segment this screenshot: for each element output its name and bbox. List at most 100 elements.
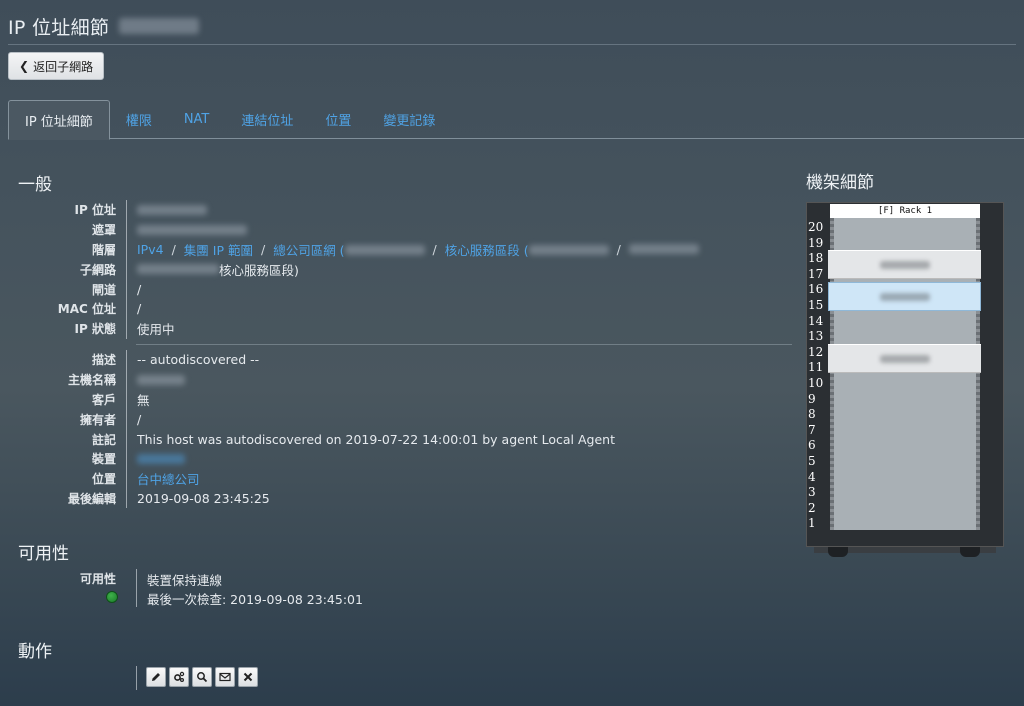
- rack-diagram: [F] Rack 1 20 19 18 17 16 15 14 13 12 11 10 9 8 7 6 5 4 3…: [806, 202, 1004, 557]
- rack-unit-number: 14: [808, 313, 824, 328]
- gateway-row: 閘道 /: [0, 279, 792, 299]
- mac-row: MAC 位址 /: [0, 298, 792, 319]
- status-online-icon: [106, 591, 118, 603]
- hierarchy-link-ipv4[interactable]: IPv4: [137, 242, 164, 257]
- ip-row: IP 位址: [0, 200, 792, 220]
- subnet-value: 核心服務區段): [126, 259, 299, 280]
- search-button[interactable]: [192, 667, 212, 687]
- hierarchy-sep: /: [432, 241, 437, 257]
- rack-unit-number: 17: [808, 266, 824, 281]
- mac-label: MAC 位址: [57, 302, 116, 317]
- core-segment-text: 核心服務區段 (: [444, 242, 529, 258]
- description-value: -- autodiscovered --: [126, 350, 259, 370]
- edit-button[interactable]: [146, 667, 166, 687]
- rack-device-12-11[interactable]: [828, 344, 981, 373]
- hierarchy-label: 階層: [91, 242, 116, 257]
- location-row: 位置 台中總公司: [0, 468, 792, 489]
- rack-unit-number: 15: [808, 298, 824, 312]
- rack-foot-left: [828, 547, 848, 557]
- description-row: 描述 -- autodiscovered --: [0, 350, 792, 370]
- location-value: 台中總公司: [126, 468, 200, 489]
- rack-unit-number: 4: [808, 469, 816, 484]
- header-divider: [8, 44, 1016, 45]
- page-header: IP 位址細節: [8, 12, 200, 40]
- rack-device-18-17[interactable]: [828, 250, 981, 279]
- tab-changelog[interactable]: 變更記錄: [367, 100, 451, 139]
- mail-icon: [219, 672, 231, 682]
- tab-linked-addresses[interactable]: 連結位址: [225, 100, 309, 139]
- ip-label: IP 位址: [74, 203, 116, 218]
- redacted-mask: [137, 224, 247, 235]
- ipstate-label: IP 狀態: [74, 322, 116, 337]
- customer-row: 客戶 無: [0, 389, 792, 410]
- hostname-row: 主機名稱: [0, 369, 792, 390]
- hierarchy-sep: /: [171, 241, 176, 257]
- general-heading: 一般: [18, 175, 52, 195]
- general-fields-2: 描述 -- autodiscovered -- 主機名稱 客戶 無 擁有者 / …: [0, 350, 792, 509]
- back-to-subnet-button[interactable]: ❮ 返回子網路: [8, 52, 105, 80]
- redacted-subnet-link: [628, 244, 699, 255]
- tab-location[interactable]: 位置: [309, 100, 367, 139]
- owner-label: 擁有者: [79, 412, 116, 427]
- hq-lan-text: 總公司區網 (: [273, 242, 345, 258]
- rack-unit-number: 16: [808, 282, 824, 297]
- note-row: 註記 This host was autodiscovered on 2019-…: [0, 429, 792, 449]
- lastedit-row: 最後編輯 2019-09-08 23:45:25: [0, 488, 792, 509]
- availability-divider-line: [136, 569, 137, 607]
- mask-value: [126, 219, 247, 240]
- close-icon: [243, 672, 253, 682]
- owner-row: 擁有者 /: [0, 409, 792, 430]
- rack-unit-number: 9: [808, 391, 816, 406]
- search-icon: [197, 672, 208, 683]
- redacted-hostname: [137, 374, 185, 385]
- tab-permissions[interactable]: 權限: [110, 100, 168, 139]
- rack-unit-number: 7: [808, 422, 816, 437]
- availability-label: 可用性: [79, 572, 116, 586]
- rack-unit-number: 6: [808, 438, 816, 453]
- lastedit-label: 最後編輯: [67, 491, 116, 506]
- customer-value: 無: [126, 389, 150, 410]
- rack-unit-number: 18: [808, 251, 824, 266]
- hierarchy-link-core-segment[interactable]: 核心服務區段 (: [445, 240, 609, 259]
- mask-label: 遮罩: [91, 223, 116, 238]
- rack-unit-number: 3: [808, 485, 816, 500]
- rack-unit-number: 8: [808, 407, 816, 422]
- tab-nat[interactable]: NAT: [168, 100, 226, 139]
- mail-button[interactable]: [215, 667, 235, 687]
- rack-unit-number: 2: [808, 500, 816, 515]
- device-value: [126, 448, 185, 469]
- note-label: 註記: [91, 432, 116, 447]
- general-fields: IP 位址 遮罩 階層 IPv4 / 集團 IP 範圍 / 總公司區網 ( / …: [0, 200, 792, 339]
- rack-device-16-15-current[interactable]: [828, 282, 981, 311]
- delete-button[interactable]: [238, 667, 258, 687]
- availability-status-text: 裝置保持連線: [147, 573, 223, 588]
- mask-row: 遮罩: [0, 219, 792, 240]
- hierarchy-value: IPv4 / 集團 IP 範圍 / 總公司區網 ( / 核心服務區段 ( /: [126, 239, 699, 260]
- hierarchy-sep: /: [260, 241, 266, 257]
- device-label: 裝置: [91, 452, 116, 467]
- tab-ip-details[interactable]: IP 位址細節: [8, 100, 110, 140]
- tab-bar: IP 位址細節 權限 NAT 連結位址 位置 變更記錄: [8, 100, 1024, 140]
- rack-details-heading: 機架細節: [806, 173, 874, 193]
- ipstate-value: 使用中: [126, 318, 175, 339]
- redacted-core-range: [528, 244, 609, 255]
- redacted-device-name: [879, 292, 930, 301]
- chevron-left-icon: ❮: [19, 59, 30, 73]
- subnet-label: 子網路: [79, 262, 116, 277]
- rack-unit-number: 13: [808, 329, 824, 344]
- hierarchy-link-hq-lan[interactable]: 總公司區網 (: [273, 240, 425, 259]
- redacted-subnet: [137, 264, 219, 275]
- redacted-device-name: [879, 260, 930, 269]
- redacted-ip: [137, 204, 207, 215]
- settings-button[interactable]: [169, 667, 189, 687]
- hostname-label: 主機名稱: [67, 373, 116, 388]
- rack-unit-number: 12: [808, 344, 824, 359]
- edit-icon: [152, 673, 160, 681]
- rack-unit-number: 20: [808, 220, 824, 234]
- device-row: 裝置: [0, 448, 792, 469]
- hierarchy-link-group-range[interactable]: 集團 IP 範圍: [184, 240, 253, 259]
- redacted-ip-title: [119, 18, 200, 34]
- location-link[interactable]: 台中總公司: [137, 469, 200, 488]
- hierarchy-sep: /: [616, 241, 621, 257]
- redacted-device-link[interactable]: [137, 453, 185, 464]
